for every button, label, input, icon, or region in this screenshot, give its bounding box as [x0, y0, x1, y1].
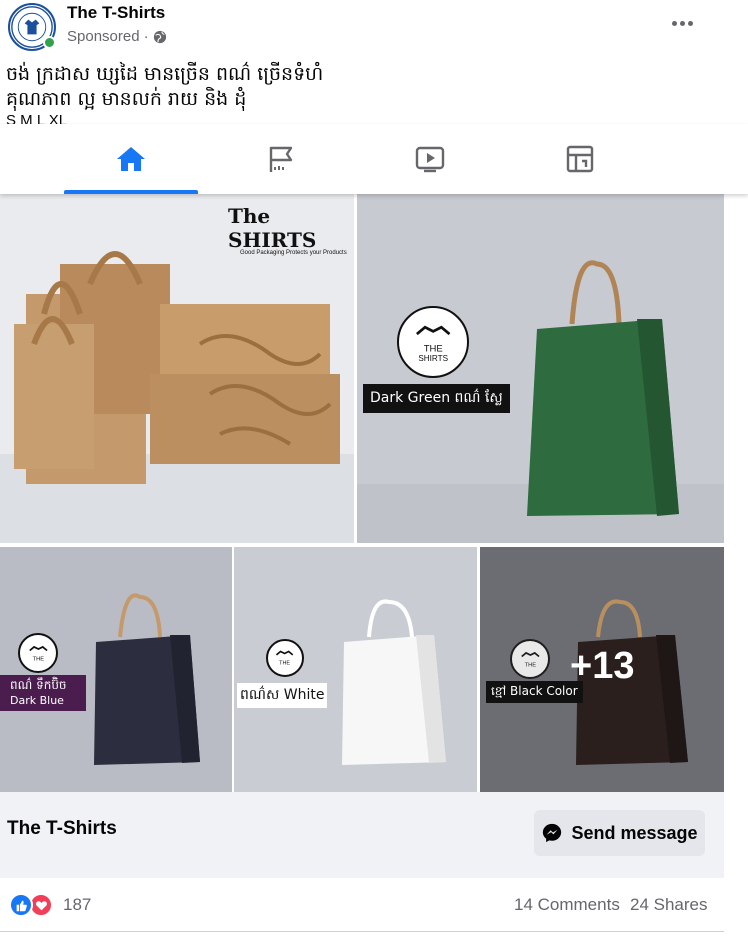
more-dot-icon — [671, 20, 677, 26]
more-photos-count[interactable]: +13 — [570, 645, 634, 688]
svg-text:THE: THE — [32, 656, 44, 662]
hanger-logo-icon: THE — [276, 650, 294, 667]
photo-dark-green-bag[interactable]: THE SHIRTS Dark Green ពណ៌ ស្លែ — [357, 194, 724, 543]
brand-overlay: The SHIRTS — [228, 204, 317, 252]
hanger-logo-icon: THE — [520, 651, 540, 668]
video-icon — [415, 146, 445, 173]
hanger-logo-icon: THE — [28, 645, 48, 662]
post-header: The T-Shirts Sponsored · — [0, 0, 748, 60]
store-icon — [566, 145, 594, 173]
cta-page-name[interactable]: The T-Shirts — [7, 818, 117, 840]
tab-watch[interactable] — [363, 124, 497, 194]
photo-grid: The SHIRTS Good Packaging Protects your … — [0, 194, 724, 792]
tab-pages[interactable] — [214, 124, 348, 194]
color-label-en: Dark Blue — [10, 694, 64, 707]
sponsored-label[interactable]: Sponsored — [67, 28, 140, 45]
badge-logo: THE — [18, 633, 58, 673]
tab-marketplace[interactable] — [513, 124, 647, 194]
separator-dot: · — [143, 28, 149, 45]
reactions-bar: 187 14 Comments 24 Shares — [0, 878, 724, 932]
brand-tagline: Good Packaging Protects your Products — [240, 250, 347, 256]
online-status-indicator — [43, 36, 56, 49]
like-reaction-icon — [9, 893, 33, 917]
page-name[interactable]: The T-Shirts — [67, 3, 165, 23]
svg-text:THE: THE — [423, 344, 442, 355]
badge-logo: THE — [510, 639, 550, 679]
comments-count[interactable]: 14 Comments — [514, 895, 620, 915]
svg-text:THE: THE — [280, 661, 291, 667]
badge-logo: THE SHIRTS — [397, 306, 469, 378]
reaction-count[interactable]: 187 — [63, 895, 91, 915]
messenger-icon — [541, 822, 563, 844]
navigation-tab-bar — [0, 124, 748, 194]
post-text-line: គុណភាព ល្អ មានលក់ រាយ និង ដុំ — [6, 88, 247, 110]
tab-home[interactable] — [64, 124, 198, 194]
flag-icon — [269, 146, 293, 172]
cta-bar: The T-Shirts Send message — [0, 792, 724, 878]
color-label-white: ពណ៌ស White — [237, 683, 328, 708]
photo-black-bag-more[interactable]: THE ខ្មៅ Black Color +13 — [480, 547, 724, 792]
post-text-line: ចង់ ក្រដាស ឃ្សដៃ មានច្រើន ពណ៌ ច្រើនទំហំ — [6, 63, 324, 85]
sponsored-row: Sponsored · — [67, 28, 167, 45]
post-text: ចង់ ក្រដាស ឃ្សដៃ មានច្រើន ពណ៌ ច្រើនទំហំ … — [6, 62, 736, 112]
shares-count[interactable]: 24 Shares — [630, 895, 708, 915]
color-label-dark-blue: ពណ៌ ទឹកប៊ិច Dark Blue — [0, 675, 86, 711]
svg-text:THE: THE — [524, 662, 536, 668]
reaction-icons[interactable] — [9, 893, 55, 917]
photo-white-bag[interactable]: THE ពណ៌ស White — [234, 547, 477, 792]
post-text-line-partial: S M L XL — [6, 112, 68, 124]
globe-icon — [153, 30, 167, 44]
send-message-label: Send message — [571, 822, 698, 843]
photo-kraft-bags[interactable]: The SHIRTS Good Packaging Protects your … — [0, 194, 354, 543]
home-icon — [117, 147, 145, 171]
color-label-km: ពណ៌ ទឹកប៊ិច — [10, 678, 67, 692]
svg-text:SHIRTS: SHIRTS — [418, 354, 448, 363]
photo-dark-blue-bag[interactable]: THE ពណ៌ ទឹកប៊ិច Dark Blue — [0, 547, 232, 792]
more-options-button[interactable] — [664, 8, 700, 38]
color-label-black: ខ្មៅ Black Color — [486, 681, 583, 703]
hanger-logo-icon: THE SHIRTS — [415, 325, 451, 363]
send-message-button[interactable]: Send message — [534, 810, 705, 856]
badge-logo: THE — [266, 639, 304, 677]
color-label-dark-green: Dark Green ពណ៌ ស្លែ — [363, 384, 510, 413]
